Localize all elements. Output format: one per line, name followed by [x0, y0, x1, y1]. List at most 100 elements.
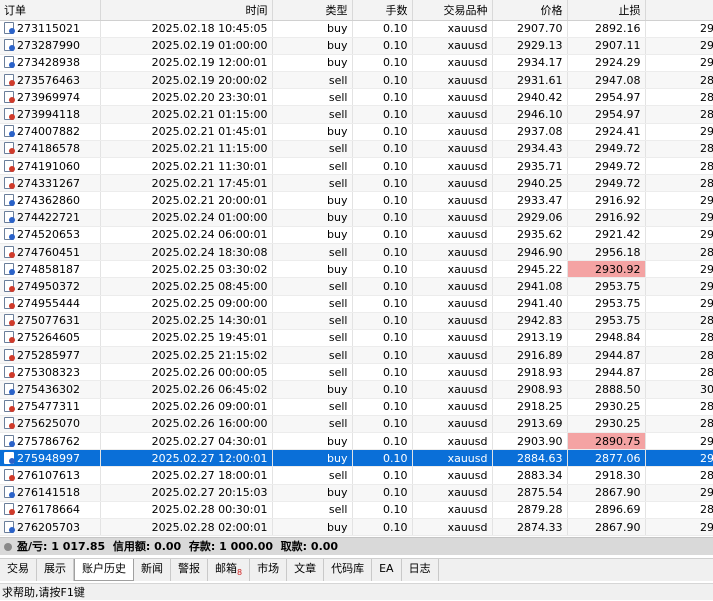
- table-row[interactable]: 275477311 2025.02.26 09:00:01 sell 0.10 xauu…: [0, 398, 713, 416]
- symbol-cell-value: xauusd: [447, 365, 488, 379]
- table-row[interactable]: 275285977 2025.02.25 21:15:02 sell 0.10 xauu…: [0, 346, 713, 365]
- table-row[interactable]: 275077631 2025.02.25 14:30:01 sell 0.10 xauu…: [0, 312, 713, 330]
- sl-cell-value: 2944.87: [595, 348, 641, 362]
- symbol-cell: xauusd: [412, 329, 493, 348]
- sell-order-icon: [4, 142, 15, 155]
- sl-cell-value: 2916.92: [595, 193, 641, 207]
- price-cell-value: 2934.17: [517, 56, 563, 70]
- tab-2[interactable]: 账户历史: [74, 559, 134, 581]
- symbol-cell: xauusd: [412, 71, 493, 90]
- price-cell-value: 2907.70: [517, 22, 563, 36]
- time-cell: 2025.02.27 04:30:01: [100, 432, 273, 451]
- table-row[interactable]: 276205703 2025.02.28 02:00:01 buy 0.10 xauus…: [0, 518, 713, 537]
- lots-cell-value: 0.10: [383, 486, 408, 500]
- buy-order-icon: [4, 56, 15, 69]
- table-row[interactable]: 273994118 2025.02.21 01:15:00 sell 0.10 xauu…: [0, 105, 713, 124]
- tab-3[interactable]: 新闻: [134, 559, 171, 581]
- time-cell-value: 2025.02.28 02:00:01: [151, 520, 268, 534]
- lots-cell: 0.10: [352, 398, 413, 416]
- tab-10[interactable]: 日志: [402, 559, 439, 581]
- tab-1[interactable]: 展示: [37, 559, 74, 581]
- order-cell-value: 274858187: [17, 262, 80, 276]
- order-cell-value: 273576463: [17, 73, 80, 87]
- tp-cell: 2832.13: [645, 346, 713, 365]
- price-cell: 2929.06: [492, 209, 568, 227]
- table-row[interactable]: 273969974 2025.02.20 23:30:01 sell 0.10 xauu…: [0, 88, 713, 107]
- lots-cell-value: 0.10: [383, 39, 408, 53]
- table-row[interactable]: 274331267 2025.02.21 17:45:01 sell 0.10 xauu…: [0, 174, 713, 193]
- tab-8[interactable]: 代码库: [324, 559, 373, 581]
- tab-0[interactable]: 交易: [0, 559, 37, 581]
- lots-cell-value: 0.10: [383, 383, 408, 397]
- table-row[interactable]: 274191060 2025.02.21 11:30:01 sell 0.10 xauu…: [0, 157, 713, 176]
- price-cell: 2945.22: [492, 260, 568, 279]
- lots-cell: 0.10: [352, 312, 413, 330]
- order-cell-value: 273115021: [17, 22, 80, 36]
- type-cell: sell: [272, 398, 353, 416]
- type-cell: sell: [272, 88, 353, 107]
- tab-6[interactable]: 市场: [250, 559, 288, 581]
- table-row[interactable]: 275948997 2025.02.27 12:00:01 buy 0.10 xauus…: [0, 449, 713, 468]
- time-cell: 2025.02.26 16:00:00: [100, 415, 273, 434]
- type-cell: sell: [272, 277, 353, 296]
- table-row[interactable]: 274186578 2025.02.21 11:15:00 sell 0.10 xauu…: [0, 140, 713, 159]
- table-row[interactable]: 273287990 2025.02.19 01:00:00 buy 0.10 xauus…: [0, 37, 713, 55]
- sell-order-icon: [4, 348, 15, 361]
- price-cell-value: 2918.93: [517, 365, 563, 379]
- type-cell-value: buy: [327, 193, 348, 207]
- sell-order-icon: [4, 468, 15, 481]
- table-row[interactable]: 274007882 2025.02.21 01:45:01 buy 0.10 xauus…: [0, 123, 713, 141]
- sl-cell-value: 2948.84: [595, 331, 641, 345]
- table-row[interactable]: 273428938 2025.02.19 12:00:01 buy 0.10 xauus…: [0, 54, 713, 73]
- table-row[interactable]: 273576463 2025.02.19 20:00:02 sell 0.10 xauu…: [0, 71, 713, 90]
- tab-label: 账户历史: [82, 562, 126, 575]
- col-header-sl[interactable]: 止损: [567, 0, 646, 21]
- time-cell: 2025.02.25 14:30:01: [100, 312, 273, 330]
- symbol-cell-value: xauusd: [447, 348, 488, 362]
- table-row[interactable]: 276141518 2025.02.27 20:15:03 buy 0.10 xauus…: [0, 484, 713, 502]
- table-row[interactable]: 273115021 2025.02.18 10:45:05 buy 0.10 xauus…: [0, 20, 713, 38]
- price-cell-value: 2940.42: [517, 90, 563, 104]
- col-header-tp[interactable]: 止盈: [645, 0, 713, 21]
- table-row[interactable]: 274858187 2025.02.25 03:30:02 buy 0.10 xauus…: [0, 260, 713, 279]
- tab-7[interactable]: 文章: [287, 559, 325, 581]
- table-row[interactable]: 275264605 2025.02.25 19:45:01 sell 0.10 xauu…: [0, 329, 713, 348]
- table-row[interactable]: 276107613 2025.02.27 18:00:01 sell 0.10 xauu…: [0, 466, 713, 485]
- col-header-lots[interactable]: 手数: [352, 0, 413, 21]
- type-cell: buy: [272, 518, 353, 537]
- col-header-order[interactable]: 订单: [0, 0, 101, 21]
- tab-5[interactable]: 邮箱8: [208, 559, 251, 581]
- order-cell-value: 274191060: [17, 159, 80, 173]
- table-row[interactable]: 275436302 2025.02.26 06:45:02 buy 0.10 xauus…: [0, 380, 713, 399]
- order-cell: 274007882: [0, 123, 101, 141]
- sl-cell-value: 2953.75: [595, 297, 641, 311]
- table-row[interactable]: 274362860 2025.02.21 20:00:01 buy 0.10 xauus…: [0, 191, 713, 210]
- lots-cell-value: 0.10: [383, 331, 408, 345]
- col-header-price[interactable]: 价格: [492, 0, 568, 21]
- table-row[interactable]: 275308323 2025.02.26 00:00:05 sell 0.10 xauu…: [0, 363, 713, 382]
- tp-cell: 2969.89: [645, 54, 713, 73]
- table-row[interactable]: 274760451 2025.02.24 18:30:08 sell 0.10 xauu…: [0, 243, 713, 262]
- table-row[interactable]: 275625070 2025.02.26 16:00:00 sell 0.10 xauu…: [0, 415, 713, 434]
- time-cell-value: 2025.02.21 11:30:01: [151, 159, 268, 173]
- type-cell: sell: [272, 312, 353, 330]
- table-row[interactable]: 276178664 2025.02.28 00:30:01 sell 0.10 xauu…: [0, 501, 713, 519]
- col-header-time[interactable]: 时间: [100, 0, 273, 21]
- symbol-cell-value: xauusd: [447, 383, 488, 397]
- price-cell: 2883.34: [492, 466, 568, 485]
- symbol-cell: xauusd: [412, 226, 493, 244]
- order-cell: 276107613: [0, 466, 101, 485]
- col-header-type[interactable]: 类型: [272, 0, 353, 21]
- table-row[interactable]: 274422721 2025.02.24 01:00:00 buy 0.10 xauus…: [0, 209, 713, 227]
- symbol-cell-value: xauusd: [447, 22, 488, 36]
- table-row[interactable]: 275786762 2025.02.27 04:30:01 buy 0.10 xauus…: [0, 432, 713, 451]
- col-header-symbol[interactable]: 交易品种: [412, 0, 493, 21]
- table-row[interactable]: 274950372 2025.02.25 08:45:00 sell 0.10 xauu…: [0, 277, 713, 296]
- tab-4[interactable]: 警报: [171, 559, 208, 581]
- table-row[interactable]: 274520653 2025.02.24 06:00:01 buy 0.10 xauus…: [0, 226, 713, 244]
- type-cell-value: sell: [328, 297, 348, 311]
- price-cell-value: 2913.69: [517, 417, 563, 431]
- tab-9[interactable]: EA: [372, 559, 402, 581]
- lots-cell: 0.10: [352, 37, 413, 55]
- table-row[interactable]: 274955444 2025.02.25 09:00:00 sell 0.10 xauu…: [0, 295, 713, 313]
